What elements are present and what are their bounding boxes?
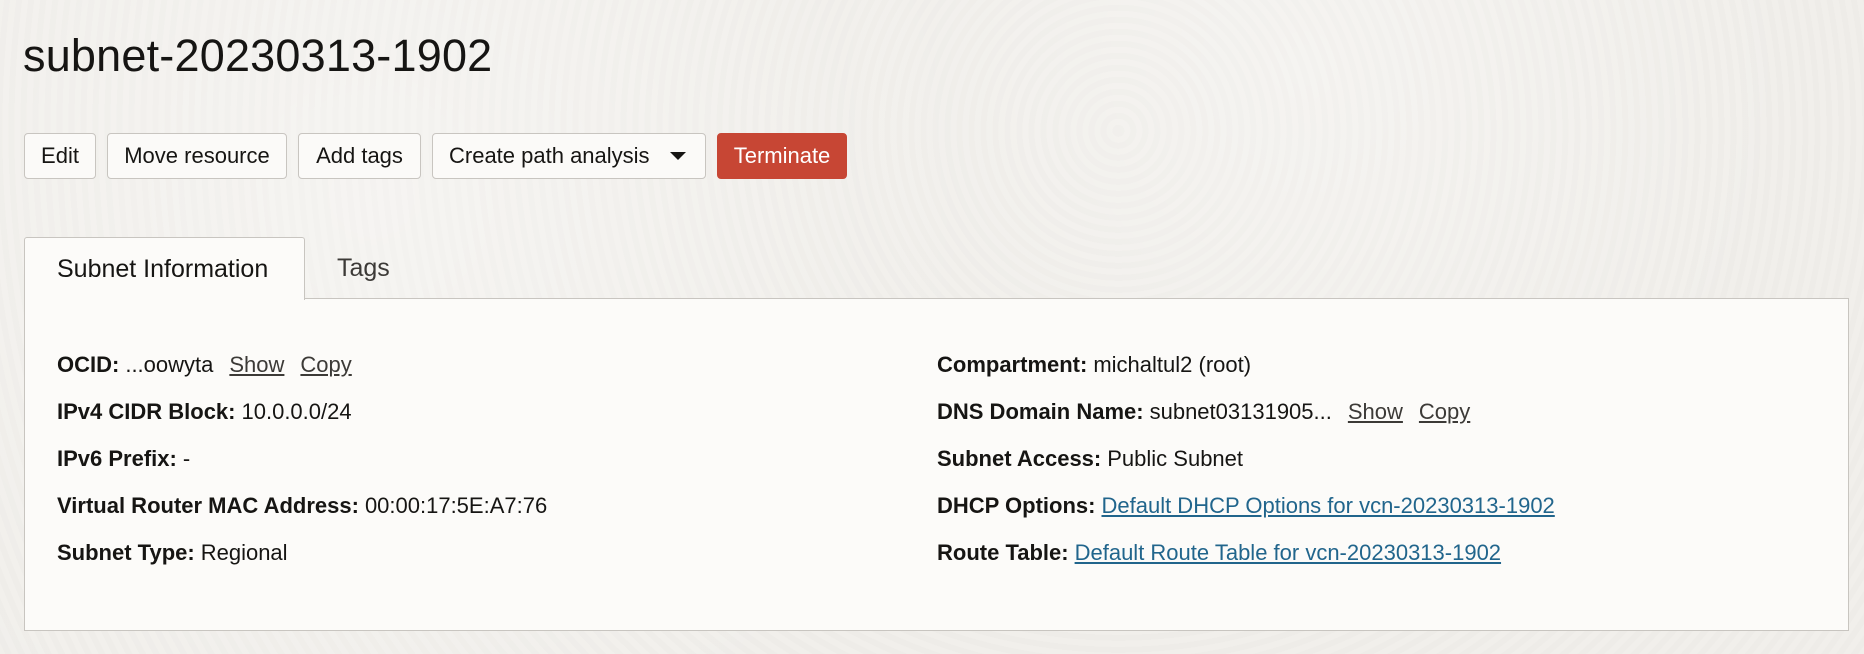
dhcp-options-row: DHCP Options: Default DHCP Options for v…: [937, 482, 1555, 529]
dns-copy-link[interactable]: Copy: [1419, 399, 1470, 425]
compartment-value: michaltul2 (root): [1093, 351, 1252, 377]
mac-address-row: Virtual Router MAC Address: 00:00:17:5E:…: [57, 482, 547, 529]
terminate-button[interactable]: Terminate: [717, 133, 847, 179]
ipv6-value: -: [182, 445, 191, 471]
ocid-value: ...oowyta: [125, 351, 214, 377]
dhcp-options-label: DHCP Options:: [937, 492, 1096, 518]
add-tags-button[interactable]: Add tags: [298, 133, 421, 179]
ocid-label: OCID:: [57, 351, 120, 377]
compartment-row: Compartment: michaltul2 (root): [937, 341, 1555, 388]
page-title: subnet-20230313-1902: [23, 30, 493, 81]
create-path-analysis-button[interactable]: Create path analysis: [432, 133, 706, 179]
ipv6-label: IPv6 Prefix:: [57, 445, 177, 471]
compartment-label: Compartment:: [937, 351, 1088, 377]
subnet-type-label: Subnet Type:: [57, 539, 195, 565]
info-column-right: Compartment: michaltul2 (root) DNS Domai…: [937, 341, 1555, 576]
dns-domain-value: subnet03131905...: [1149, 398, 1332, 424]
info-column-left: OCID: ...oowyta Show Copy IPv4 CIDR Bloc…: [57, 341, 547, 576]
subnet-access-value: Public Subnet: [1107, 445, 1244, 471]
move-resource-button[interactable]: Move resource: [107, 133, 287, 179]
route-table-label: Route Table:: [937, 539, 1069, 565]
subnet-access-label: Subnet Access:: [937, 445, 1102, 471]
ipv4-row: IPv4 CIDR Block: 10.0.0.0/24: [57, 388, 547, 435]
ipv4-label: IPv4 CIDR Block:: [57, 398, 236, 424]
mac-address-value: 00:00:17:5E:A7:76: [364, 492, 548, 518]
route-table-link[interactable]: Default Route Table for vcn-20230313-190…: [1075, 540, 1501, 566]
ipv6-row: IPv6 Prefix: -: [57, 435, 547, 482]
route-table-row: Route Table: Default Route Table for vcn…: [937, 529, 1555, 576]
mac-address-label: Virtual Router MAC Address:: [57, 492, 359, 518]
dns-domain-row: DNS Domain Name: subnet03131905... Show …: [937, 388, 1555, 435]
ocid-row: OCID: ...oowyta Show Copy: [57, 341, 547, 388]
subnet-type-row: Subnet Type: Regional: [57, 529, 547, 576]
ocid-show-link[interactable]: Show: [229, 352, 284, 378]
edit-button[interactable]: Edit: [24, 133, 96, 179]
action-toolbar: Edit Move resource Add tags Create path …: [24, 133, 847, 179]
create-path-analysis-label: Create path analysis: [449, 143, 650, 168]
ipv4-value: 10.0.0.0/24: [241, 398, 352, 424]
tab-subnet-information[interactable]: Subnet Information: [24, 237, 305, 300]
tab-bar: Subnet Information Tags: [24, 237, 425, 300]
tab-tags[interactable]: Tags: [305, 237, 425, 299]
ocid-copy-link[interactable]: Copy: [300, 352, 351, 378]
subnet-access-row: Subnet Access: Public Subnet: [937, 435, 1555, 482]
dhcp-options-link[interactable]: Default DHCP Options for vcn-20230313-19…: [1101, 493, 1554, 519]
chevron-down-icon: [669, 152, 686, 160]
subnet-type-value: Regional: [200, 539, 288, 565]
dns-show-link[interactable]: Show: [1348, 399, 1403, 425]
subnet-information-panel: OCID: ...oowyta Show Copy IPv4 CIDR Bloc…: [24, 298, 1849, 631]
dns-domain-label: DNS Domain Name:: [937, 398, 1144, 424]
